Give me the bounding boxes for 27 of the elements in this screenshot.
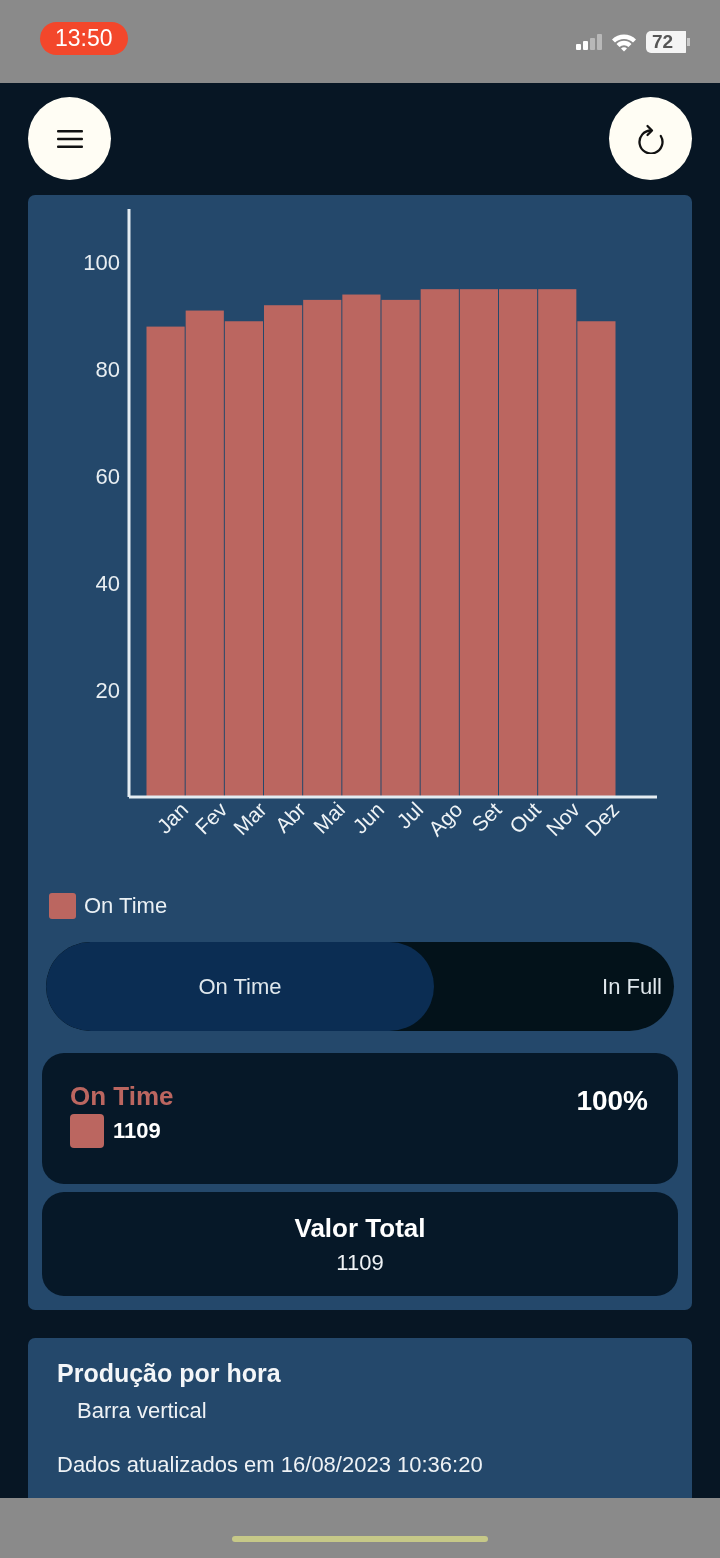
menu-icon bbox=[56, 129, 83, 148]
total-label: Valor Total bbox=[294, 1212, 426, 1244]
y-tick-label: 60 bbox=[95, 463, 120, 489]
y-tick-label: 40 bbox=[95, 570, 120, 596]
segment-tab[interactable]: In Full bbox=[434, 942, 674, 1031]
update-timestamp: Dados atualizados em 16/08/2023 10:36:20 bbox=[57, 1451, 483, 1479]
summary-percent: 100% bbox=[576, 1085, 648, 1117]
x-axis-label: Mai bbox=[308, 797, 350, 838]
clock-time: 13:50 bbox=[40, 22, 128, 55]
refresh-icon bbox=[636, 123, 665, 154]
y-tick-label: 80 bbox=[95, 356, 120, 382]
y-tick-label: 20 bbox=[95, 677, 120, 703]
summary-count: 1109 bbox=[113, 1118, 161, 1144]
signal-icon bbox=[576, 34, 602, 50]
x-axis-label: Jun bbox=[348, 797, 389, 838]
x-axis-label: Set bbox=[467, 797, 506, 837]
total-value: 1109 bbox=[336, 1249, 384, 1276]
wifi-icon bbox=[611, 32, 637, 52]
x-axis-label: Abr bbox=[270, 797, 310, 837]
y-tick-label: 100 bbox=[83, 249, 120, 275]
segment-tab[interactable]: On Time bbox=[46, 942, 434, 1031]
x-axis-label: Jan bbox=[152, 797, 193, 838]
info-subtitle: Barra vertical bbox=[77, 1397, 207, 1425]
info-title: Produção por hora bbox=[57, 1358, 281, 1388]
legend-label: On Time bbox=[84, 893, 168, 919]
summary-label: On Time bbox=[70, 1082, 174, 1110]
battery-indicator: 72 bbox=[646, 31, 690, 53]
